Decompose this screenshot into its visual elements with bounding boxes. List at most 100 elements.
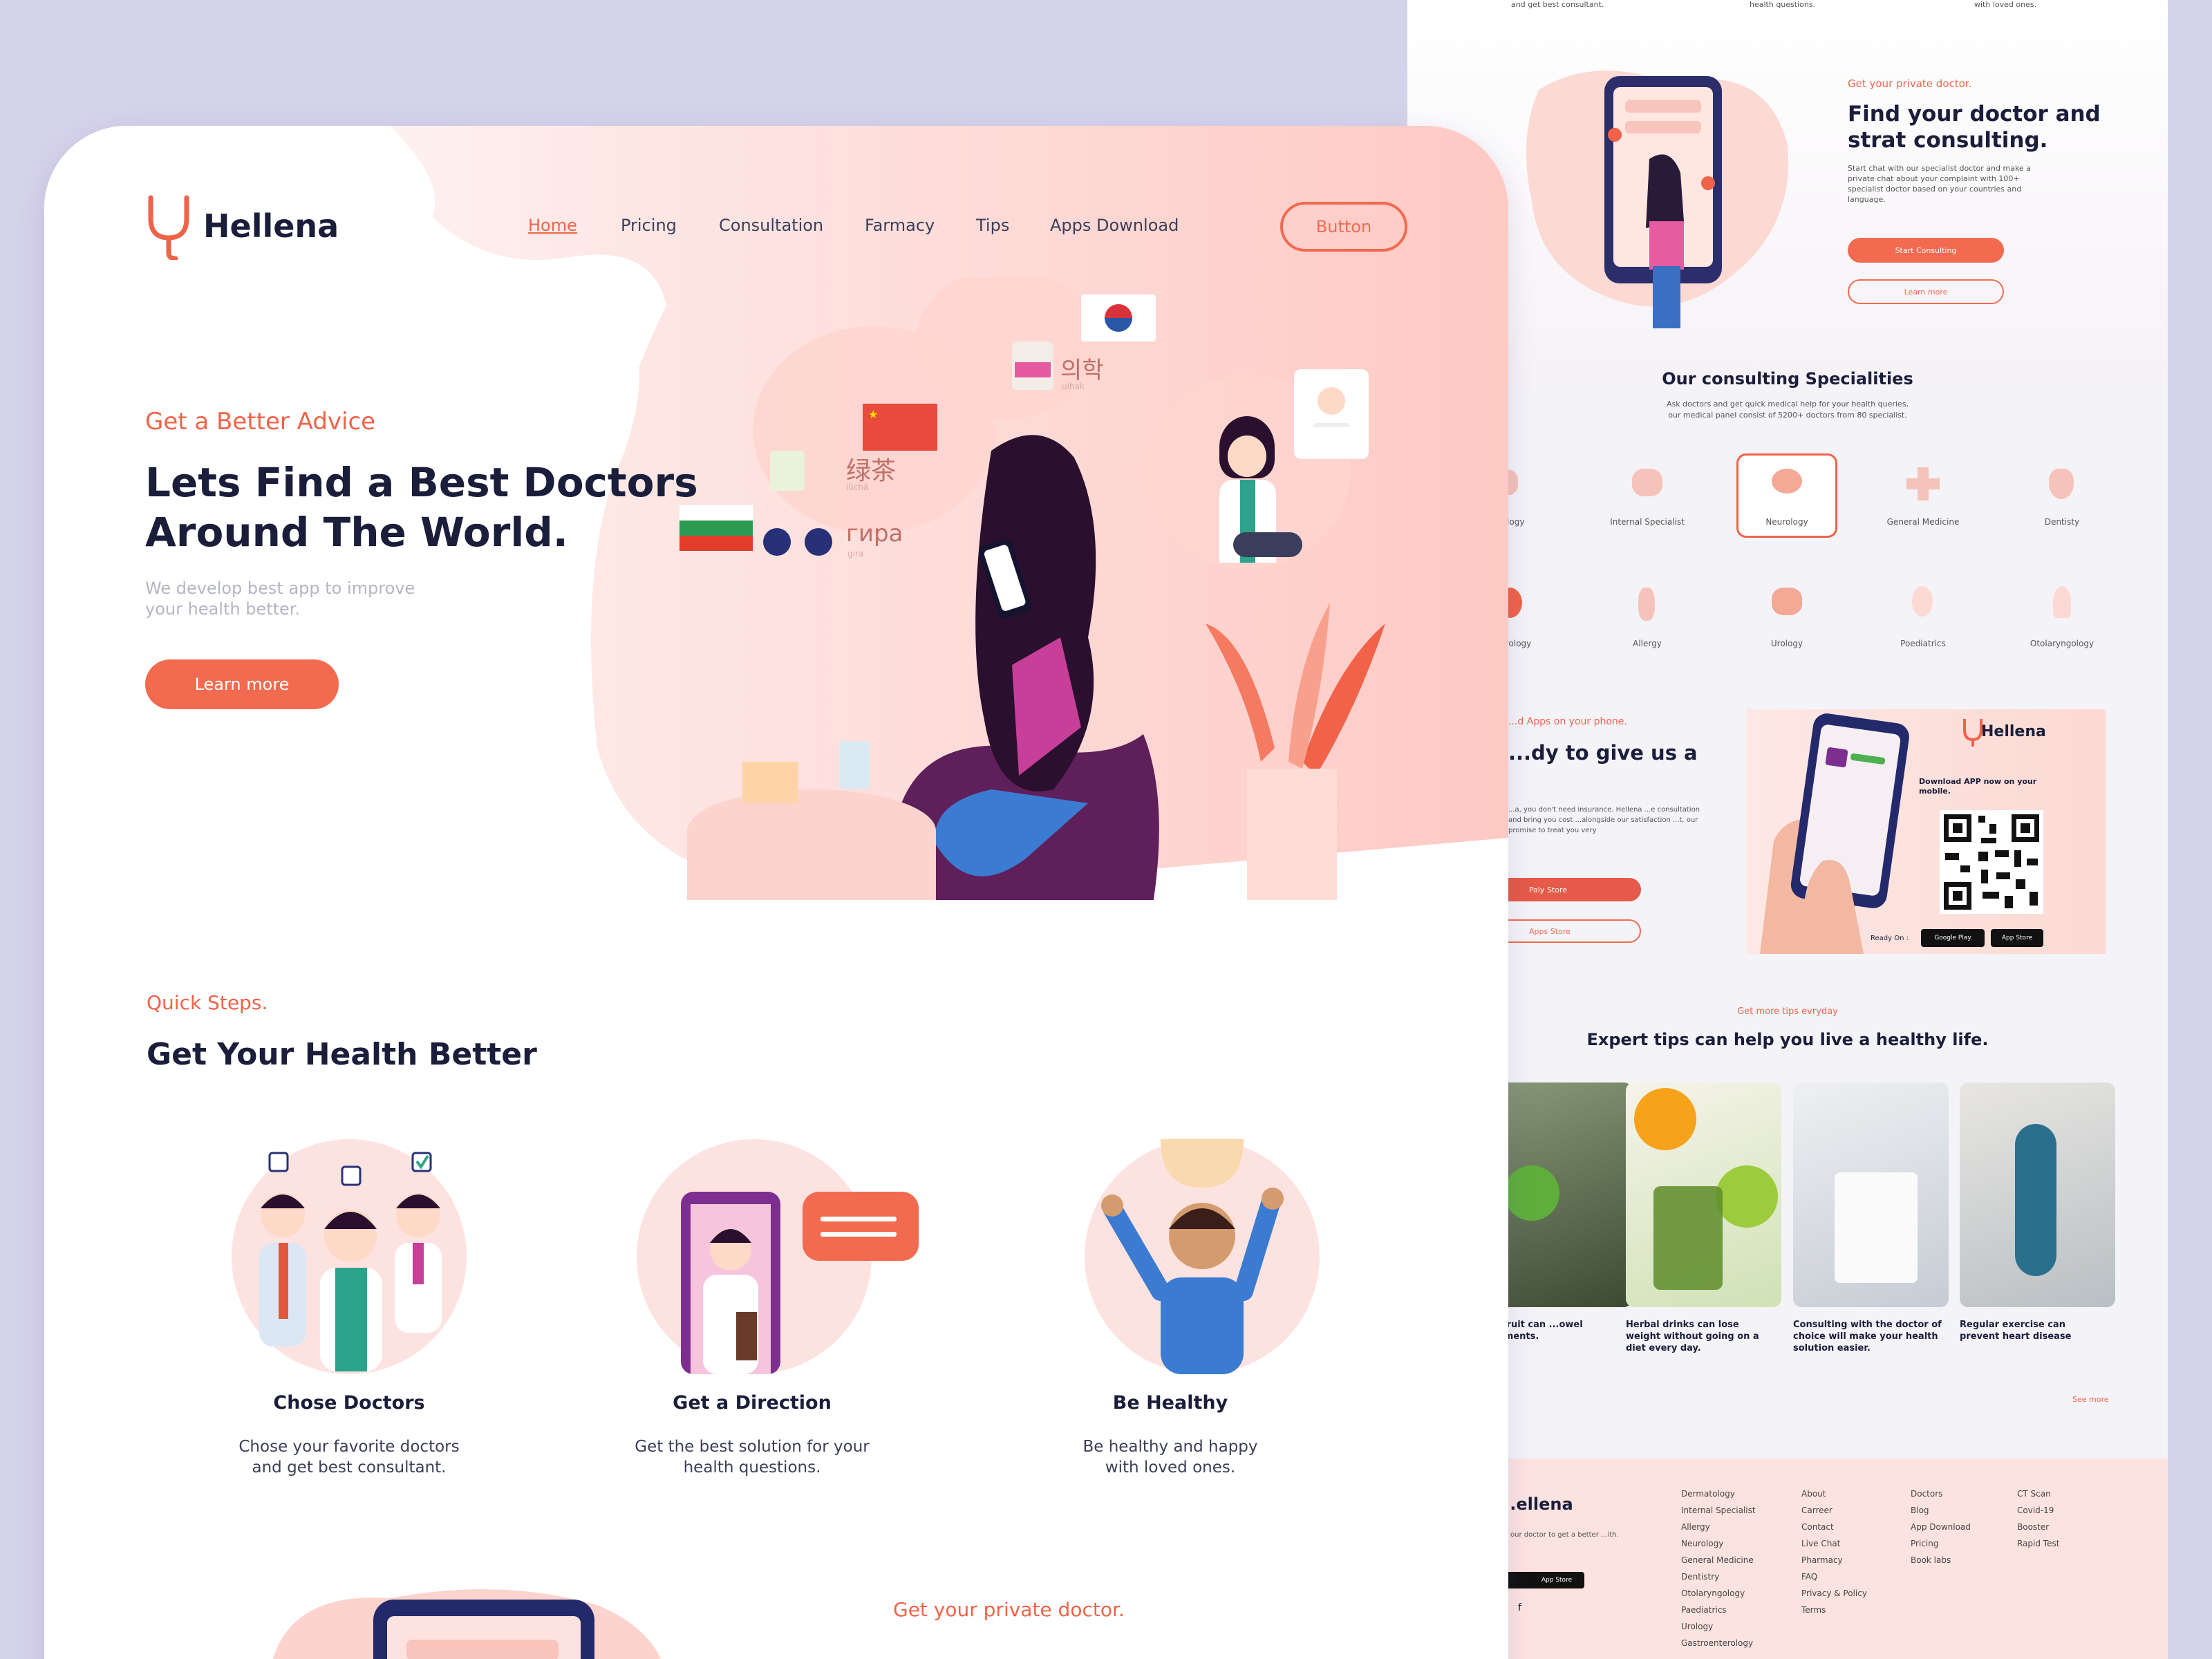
speciality-general[interactable]: General Medicine	[1882, 517, 1965, 527]
hero-eyebrow: Get a Better Advice	[145, 408, 376, 435]
bubble-ru-sub: gira	[847, 549, 864, 559]
step-3-desc: Be healthy and happy with loved ones.	[1011, 1436, 1329, 1478]
back-snippet-1: and get best consultant.	[1511, 0, 1604, 9]
footer-link[interactable]: Otolaryngology	[1681, 1588, 1756, 1605]
footer-col-specialities: Dermatology Internal Specialist Allergy …	[1681, 1489, 1756, 1655]
tip-caption-2: Herbal drinks can lose weight without go…	[1626, 1320, 1759, 1353]
kidney-icon	[1772, 588, 1802, 615]
speciality-internal[interactable]: Internal Specialist	[1606, 517, 1689, 527]
see-more-link[interactable]: See more	[2072, 1395, 2109, 1404]
lungs-icon	[1632, 469, 1662, 496]
footer-link[interactable]: Booster	[2017, 1522, 2059, 1539]
runner-legs	[2015, 1124, 2056, 1276]
nav-home[interactable]: Home	[528, 216, 577, 235]
app-store-badge[interactable]: App Store	[1991, 929, 2043, 947]
bubble-kr-sub: uihak	[1062, 382, 1085, 391]
speciality-urology[interactable]: Urology	[1745, 639, 1828, 648]
apps-title: ...dy to give us a	[1508, 741, 1698, 765]
facebook-icon[interactable]: f	[1518, 1602, 1521, 1613]
footer-link[interactable]: Urology	[1681, 1622, 1756, 1638]
footer-link[interactable]: Neurology	[1681, 1539, 1756, 1555]
baby-icon	[1912, 586, 1933, 617]
speciality-otolaryngology[interactable]: Otolaryngology	[2021, 639, 2103, 648]
china-flag-icon: ★	[863, 404, 937, 451]
footer-link[interactable]: Rapid Test	[2017, 1539, 2059, 1555]
app-store-button[interactable]: Apps Store	[1508, 919, 1641, 943]
tip-caption-4: Regular exercise can prevent heart disea…	[1960, 1320, 2072, 1342]
ready-on-label: Ready On :	[1871, 935, 1909, 942]
dumbbell-right-icon	[805, 528, 832, 556]
korea-flag-icon	[1081, 294, 1156, 341]
footer-link[interactable]: Dentistry	[1681, 1572, 1756, 1588]
speciality-paediatrics[interactable]: Poediatrics	[1882, 639, 1965, 648]
back-private-title-2: strat consulting.	[1848, 128, 2048, 153]
bubble-cn-sub: lǜchá	[846, 482, 869, 492]
green-apple	[1504, 1165, 1559, 1221]
footer-link[interactable]: Pharmacy	[1801, 1555, 1867, 1572]
apps-body: ...a, you don't need insurance. Hellena …	[1508, 806, 1700, 834]
step-2-desc: Get the best solution for your health qu…	[593, 1436, 911, 1478]
footer-link[interactable]: CT Scan	[2017, 1489, 2059, 1506]
footer-link[interactable]: About	[1801, 1489, 1867, 1506]
footer-link[interactable]: Internal Specialist	[1681, 1506, 1756, 1522]
footer-link[interactable]: General Medicine	[1681, 1555, 1756, 1572]
step-2-title: Get a Direction	[673, 1392, 832, 1414]
footer-link[interactable]: Carreer	[1801, 1506, 1867, 1522]
footer-link[interactable]: App Download	[1911, 1522, 1971, 1539]
hero-learn-more-button[interactable]: Learn more	[145, 659, 339, 709]
play-store-button[interactable]: Paly Store	[1508, 878, 1641, 901]
bubble-ru-text: гира	[846, 520, 903, 547]
step-1-title: Chose Doctors	[273, 1392, 425, 1414]
tip-image-consult[interactable]	[1793, 1082, 1949, 1307]
nav-pricing[interactable]: Pricing	[621, 216, 677, 235]
back-private-title-1: Find your doctor and	[1848, 102, 2101, 126]
china-flag-star: ★	[868, 408, 879, 421]
footer-brand: ...ellena	[1497, 1494, 1573, 1514]
nav-farmacy[interactable]: Farmacy	[865, 216, 935, 235]
back-snippet-3: with loved ones.	[1974, 0, 2037, 9]
start-consulting-button[interactable]: Start Consulting	[1848, 238, 2004, 263]
footer-link[interactable]: Gastroenterology	[1681, 1638, 1756, 1655]
bulgaria-flag-icon	[679, 505, 753, 552]
dumbbell-left-icon	[763, 528, 791, 556]
footer-link[interactable]: Blog	[1911, 1506, 1971, 1522]
speciality-dentistry[interactable]: Dentisty	[2021, 517, 2103, 527]
footer-link[interactable]: Dermatology	[1681, 1489, 1756, 1506]
footer-link[interactable]: Pricing	[1911, 1539, 1971, 1555]
footer-link[interactable]: Allergy	[1681, 1522, 1756, 1539]
download-app-card: Hellena Download APP now on your mobile.…	[1746, 709, 2106, 954]
hero-subtitle-line-1: We develop best app to improve	[145, 579, 415, 598]
footer-link[interactable]: Covid-19	[2017, 1506, 2059, 1522]
green-drink	[1653, 1186, 1723, 1290]
footer-link[interactable]: Contact	[1801, 1522, 1867, 1539]
footer-link[interactable]: Book labs	[1911, 1555, 1971, 1572]
allergy-icon	[1638, 588, 1655, 621]
step-1-desc-line-2: and get best consultant.	[252, 1459, 447, 1477]
tips-eyebrow: Get more tips evryday	[1737, 1006, 1838, 1017]
footer-link[interactable]: Paediatrics	[1681, 1605, 1756, 1622]
tip-image-herbal[interactable]	[1626, 1082, 1781, 1307]
footer-link[interactable]: Live Chat	[1801, 1539, 1867, 1555]
footer-col-company: About Carreer Contact Live Chat Pharmacy…	[1801, 1489, 1867, 1622]
tip-image-exercise[interactable]	[1960, 1082, 2115, 1307]
private-eyebrow: Get your private doctor.	[893, 1598, 1125, 1621]
doctor-coat	[1835, 1172, 1918, 1283]
nav-consultation[interactable]: Consultation	[719, 216, 823, 235]
google-play-badge[interactable]: Google Play	[1921, 929, 1985, 947]
nav-button[interactable]: Button	[1280, 202, 1407, 252]
doctor-profile-card	[1294, 369, 1369, 459]
nav-tips[interactable]: Tips	[976, 216, 1009, 235]
footer-link[interactable]: Doctors	[1911, 1489, 1971, 1506]
speciality-neurology[interactable]: Neurology	[1745, 517, 1828, 527]
phone-doctor-illustration	[1526, 71, 1789, 328]
qr-code	[1940, 810, 2043, 914]
footer-as-badge[interactable]: App Store	[1529, 1572, 1584, 1588]
footer-link[interactable]: Terms	[1801, 1605, 1867, 1622]
back-learn-more-button[interactable]: Learn more	[1848, 279, 2004, 304]
footer-link[interactable]: FAQ	[1801, 1572, 1867, 1588]
hero-subtitle-line-2: your health better.	[145, 599, 301, 619]
nav-apps-download[interactable]: Apps Download	[1050, 216, 1179, 235]
speciality-allergy[interactable]: Allergy	[1606, 639, 1689, 648]
footer-link[interactable]: Privacy & Policy	[1801, 1588, 1867, 1605]
step-3-title: Be Healthy	[1112, 1392, 1228, 1414]
